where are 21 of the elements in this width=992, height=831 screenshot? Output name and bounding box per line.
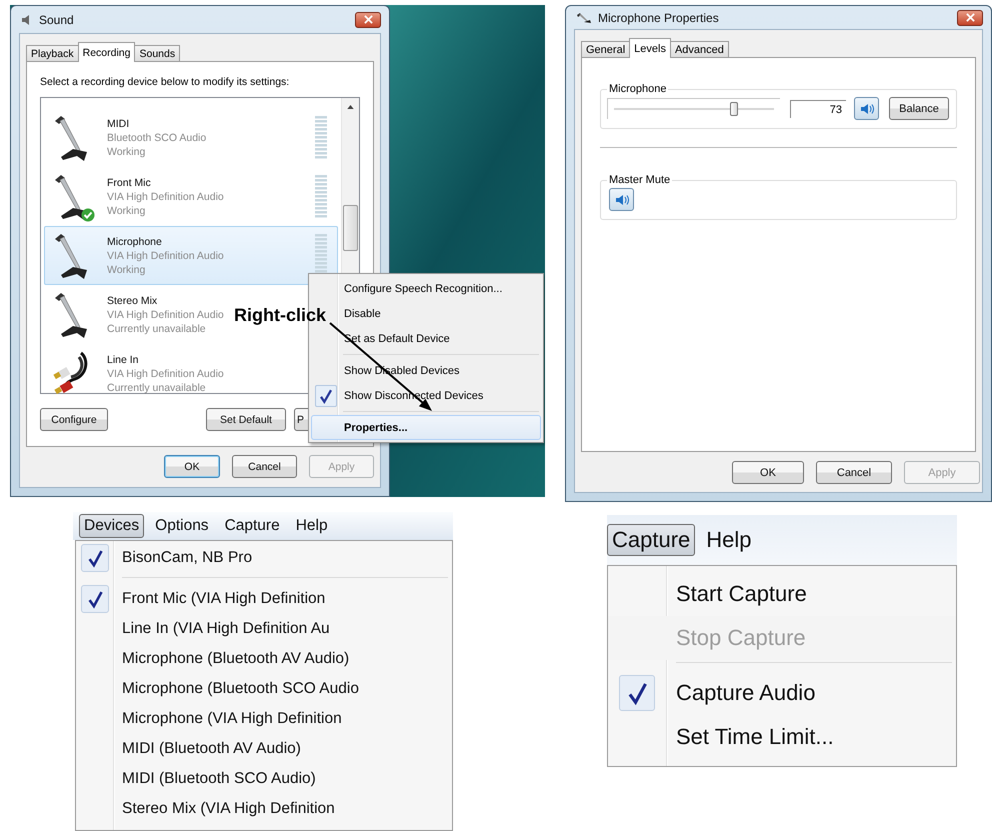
device-driver: VIA High Definition Audio bbox=[107, 190, 224, 204]
window-title: Sound bbox=[39, 12, 74, 26]
annotation-label: Right-click bbox=[234, 305, 326, 326]
device-name: Microphone bbox=[107, 234, 162, 248]
device-driver: VIA High Definition Audio bbox=[107, 248, 224, 262]
device-status: Working bbox=[107, 144, 146, 158]
device-name: Line In bbox=[107, 352, 139, 366]
device-driver: Bluetooth SCO Audio bbox=[107, 130, 206, 144]
device-driver: VIA High Definition Audio bbox=[107, 308, 224, 322]
device-status: Working bbox=[107, 204, 146, 218]
device-name: MIDI bbox=[107, 116, 130, 130]
device-status: Currently unavailable bbox=[107, 322, 206, 336]
device-driver: VIA High Definition Audio bbox=[107, 366, 224, 380]
device-name: Front Mic bbox=[107, 176, 151, 190]
window-title: Microphone Properties bbox=[598, 10, 719, 24]
group-label: Master Mute bbox=[608, 174, 672, 186]
device-status: Currently unavailable bbox=[107, 380, 206, 394]
instruction-text: Select a recording device below to modify its settings: bbox=[40, 76, 290, 88]
device-name: Stereo Mix bbox=[107, 294, 158, 308]
group-label: Microphone bbox=[608, 83, 668, 95]
device-status: Working bbox=[107, 262, 146, 276]
